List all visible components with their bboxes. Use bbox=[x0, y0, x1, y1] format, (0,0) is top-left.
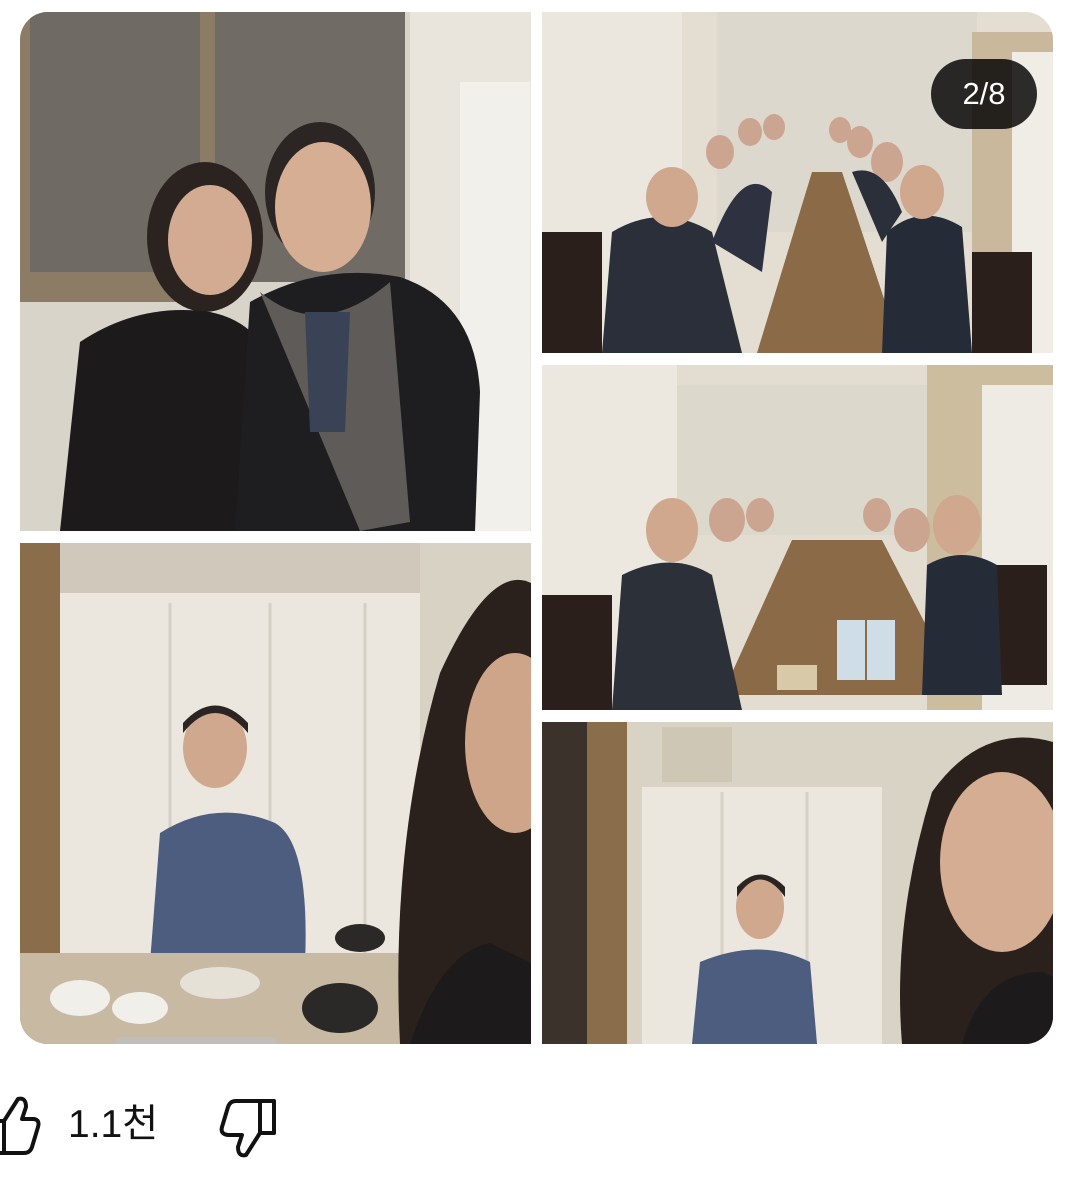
image-counter-badge: 2/8 bbox=[931, 59, 1037, 129]
thumbs-down-icon bbox=[219, 1099, 276, 1158]
carousel-scroll-indicator bbox=[116, 1037, 276, 1044]
photo-two-people-posing bbox=[20, 12, 531, 531]
post-view: 2/8 1.1천 bbox=[0, 0, 1071, 1191]
like-button[interactable] bbox=[0, 1093, 42, 1157]
dislike-button[interactable] bbox=[214, 1097, 280, 1161]
image-carousel[interactable]: 2/8 bbox=[20, 12, 1053, 1044]
thumbs-up-icon bbox=[0, 1096, 41, 1155]
reaction-bar: 1.1천 bbox=[0, 1085, 400, 1165]
photo-man-at-table-selfie bbox=[20, 543, 531, 1044]
photo-man-arms-crossed-selfie bbox=[542, 722, 1053, 1044]
like-count: 1.1천 bbox=[68, 1103, 159, 1146]
photo-dinner-group-wide bbox=[542, 365, 1053, 710]
